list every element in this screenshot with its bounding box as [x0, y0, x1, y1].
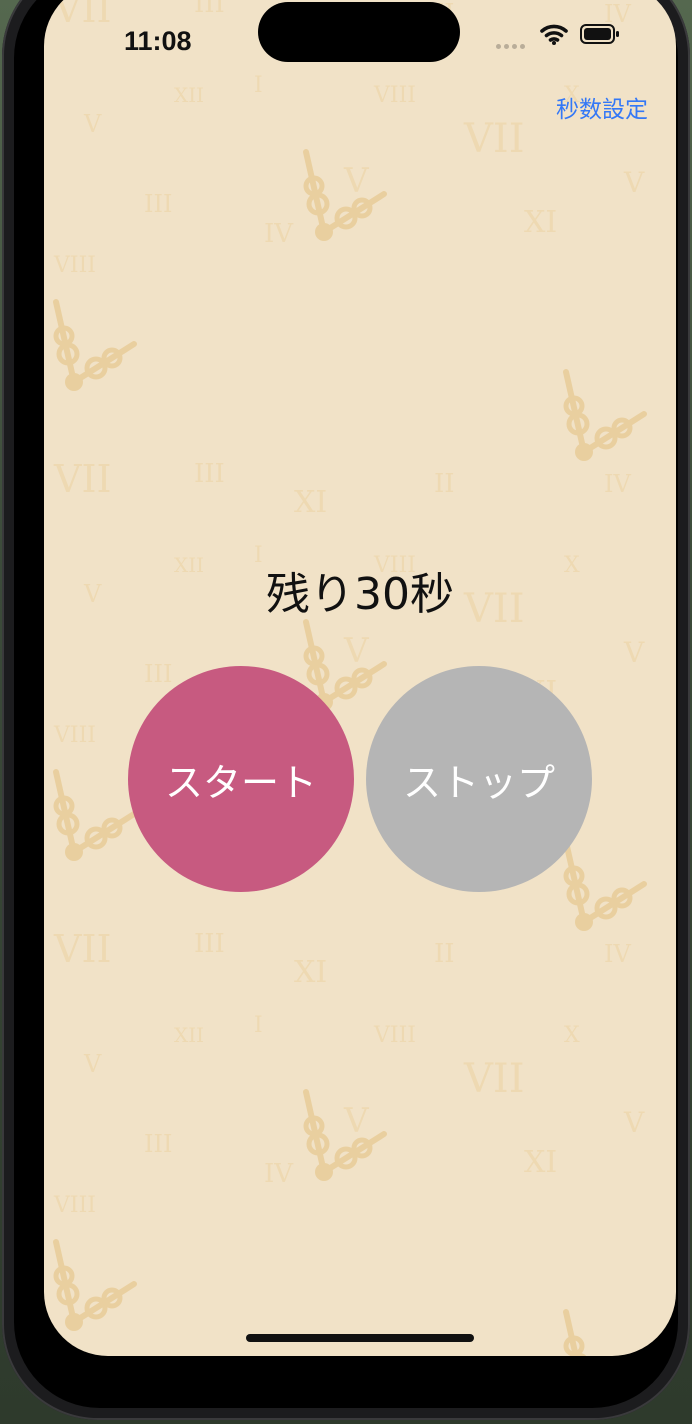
phone-bezel: VII III XI II V XII I VIII VII X XI V IV… — [14, 0, 678, 1408]
status-bar-time: 11:08 — [124, 26, 192, 56]
battery-icon — [580, 24, 619, 44]
app-screen: VII III XI II V XII I VIII VII X XI V IV… — [44, 0, 676, 1356]
dynamic-island — [258, 2, 460, 62]
wifi-icon — [540, 24, 568, 45]
seconds-settings-button[interactable]: 秒数設定 — [556, 90, 648, 124]
phone-frame: VII III XI II V XII I VIII VII X XI V IV… — [2, 0, 690, 1420]
cellular-signal-icon — [496, 34, 530, 49]
clock-pattern-background: VII III XI II V XII I VIII VII X XI V IV… — [44, 0, 676, 1356]
start-button[interactable]: スタート — [128, 666, 354, 892]
home-indicator[interactable] — [246, 1334, 474, 1342]
stop-button-label: ストップ — [402, 760, 555, 805]
remaining-time-label: 残り30秒 — [266, 569, 454, 620]
stop-button[interactable]: ストップ — [366, 666, 592, 892]
start-button-label: スタート — [164, 760, 317, 805]
